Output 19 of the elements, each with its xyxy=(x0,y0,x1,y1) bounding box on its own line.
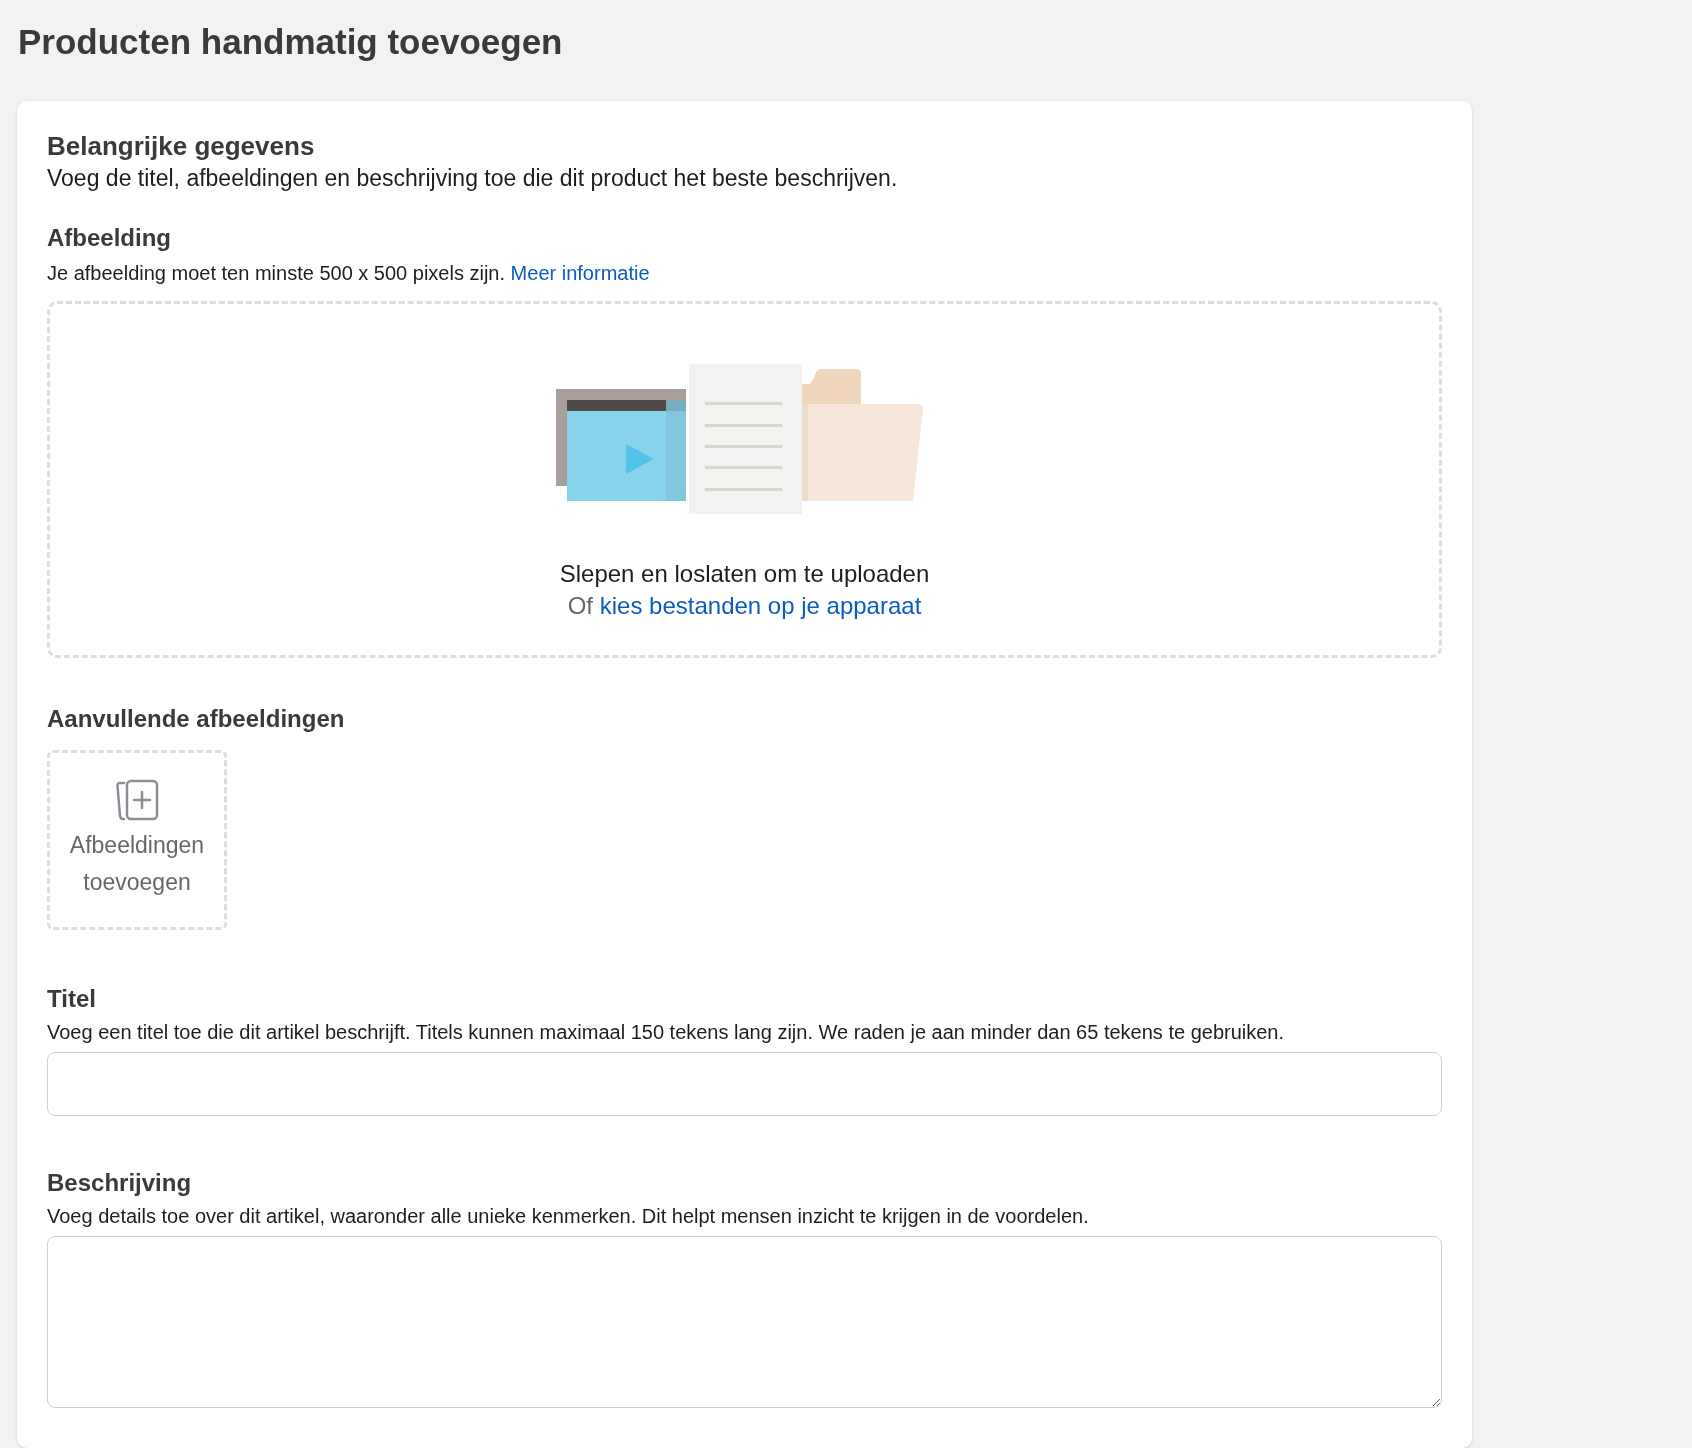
field-hint: Voeg details toe over dit artikel, waaronder alle unieke kenmerken. Dit helpt mensen inzicht te krijgen in de voordelen. xyxy=(47,1204,1089,1229)
field-label: Aanvullende afbeeldingen xyxy=(47,704,345,734)
choose-files-link[interactable]: kies bestanden op je apparaat xyxy=(599,592,922,619)
page-title: Producten handmatig toevoegen xyxy=(17,21,564,63)
section-subtitle: Voeg de titel, afbeeldingen en beschrijving toe die dit product het beste beschrijven. xyxy=(47,164,898,193)
field-label: Titel xyxy=(47,984,96,1014)
choose-files-text: Of kies bestanden op je apparaat xyxy=(567,591,922,621)
description-textarea[interactable] xyxy=(47,1236,1442,1408)
add-images-button[interactable]: Afbeeldingen toevoegen xyxy=(47,750,227,930)
title-input[interactable] xyxy=(47,1052,1442,1116)
field-hint: Voeg een titel toe die dit artikel beschrijft. Titels kunnen maximaal 150 tekens lang zijn. We raden je aan minder dan 65 tekens te gebruiken. xyxy=(47,1020,1285,1045)
drop-instruction: Slepen en loslaten om te uploaden xyxy=(559,559,930,589)
more-info-link[interactable]: Meer informatie xyxy=(510,262,650,284)
field-label: Beschrijving xyxy=(47,1168,192,1198)
field-hint: Je afbeelding moet ten minste 500 x 500 pixels zijn. Meer informatie xyxy=(47,261,650,286)
add-image-icon xyxy=(114,779,160,823)
section-heading: Belangrijke gegevens xyxy=(47,130,315,163)
field-label: Afbeelding xyxy=(47,223,171,253)
upload-dropzone[interactable]: Slepen en loslaten om te uploaden Of kies bestanden op je apparaat xyxy=(47,301,1442,658)
